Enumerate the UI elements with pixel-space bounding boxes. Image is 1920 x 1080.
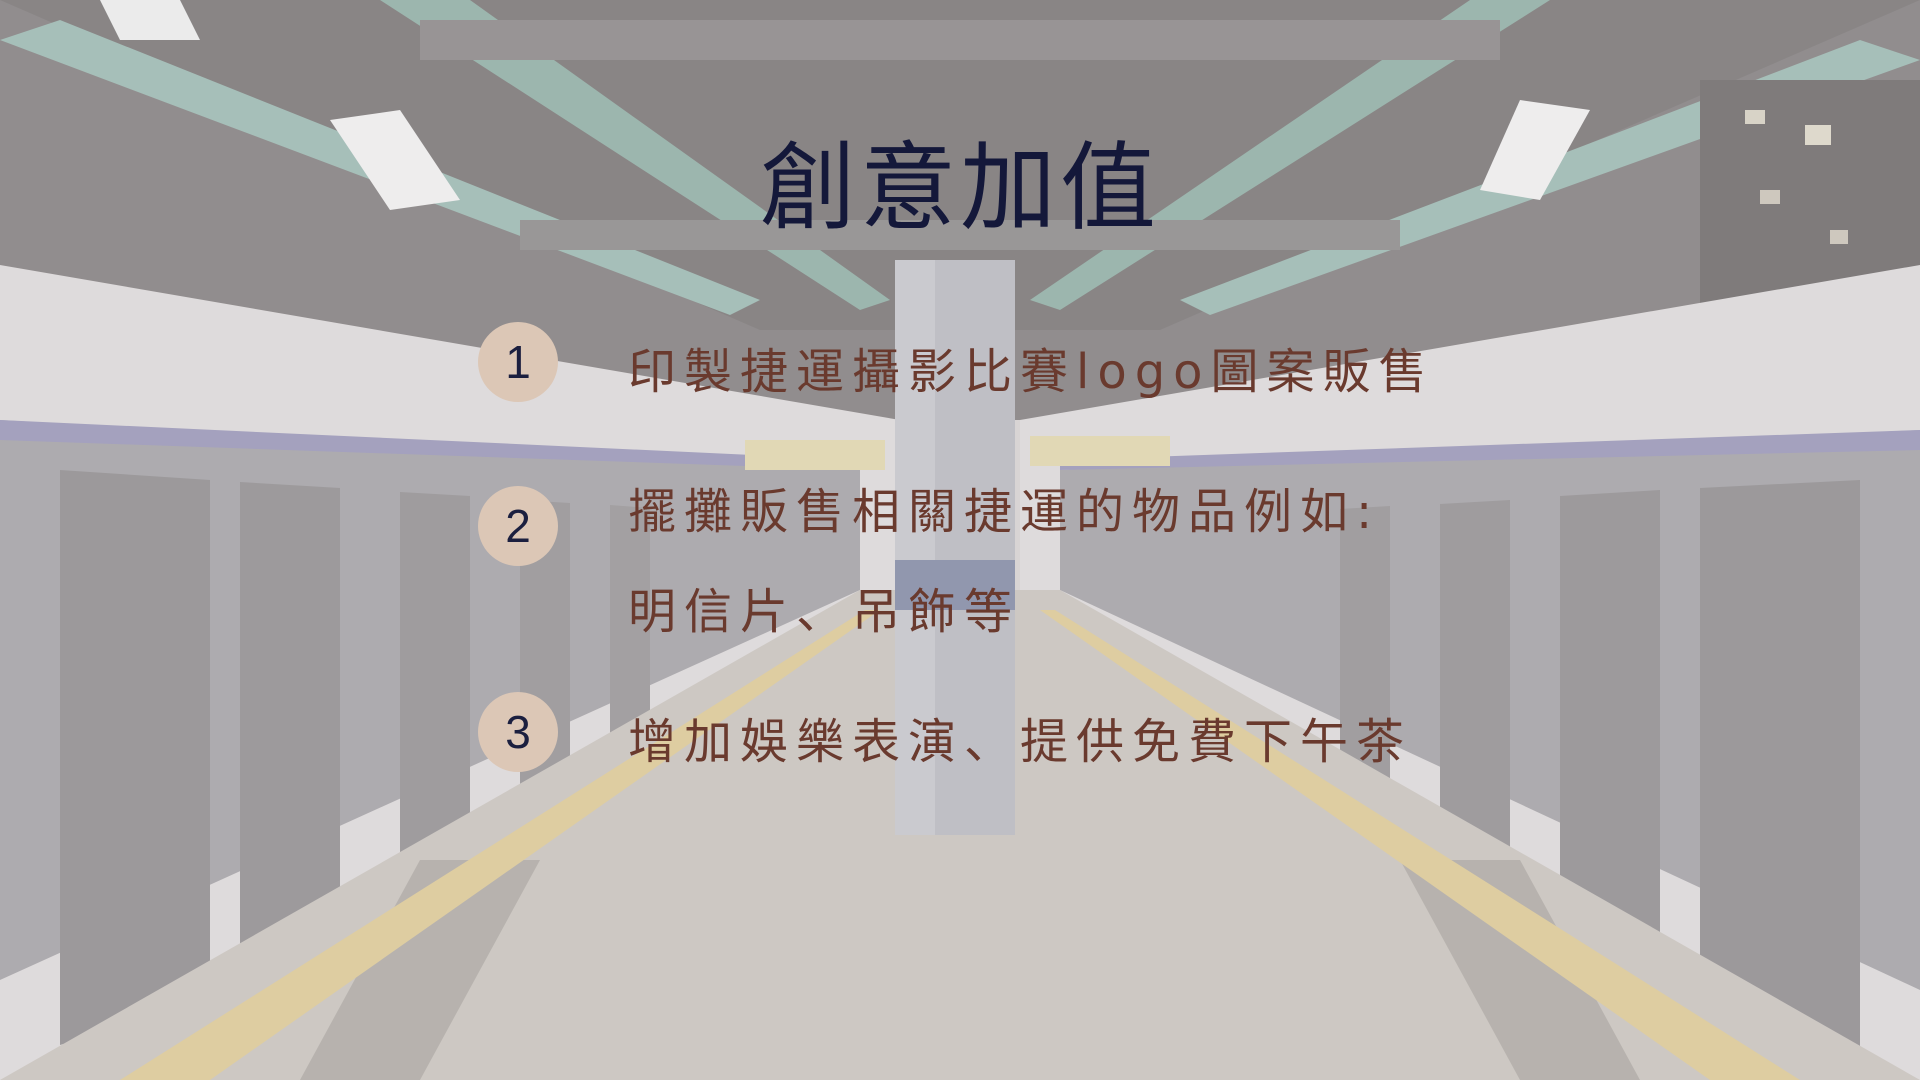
number-badge: 2 [478, 486, 558, 566]
slide-title: 創意加值 [760, 132, 1160, 244]
list-item-text: 印製捷運攝影比賽logo圖案販售 [628, 344, 1435, 400]
list-item-text-continued: 明信片、吊飾等 [628, 584, 1021, 640]
list-item-text: 擺攤販售相關捷運的物品例如: [628, 484, 1381, 540]
list-item-text: 增加娛樂表演、提供免費下午茶 [628, 714, 1413, 770]
number-badge: 3 [478, 692, 558, 772]
number-badge: 1 [478, 322, 558, 402]
